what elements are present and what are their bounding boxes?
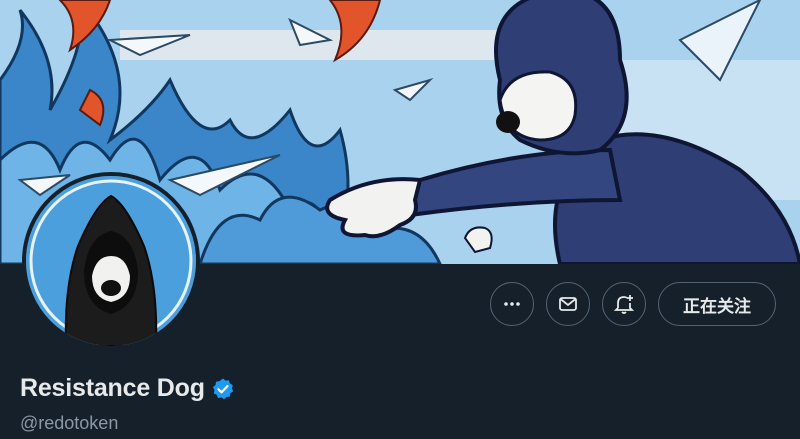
hooded-dog-avatar-icon	[26, 176, 196, 346]
message-button[interactable]	[546, 282, 590, 326]
notifications-button[interactable]	[602, 282, 646, 326]
more-button[interactable]	[490, 282, 534, 326]
envelope-icon	[559, 297, 577, 311]
profile-actions: 正在关注	[490, 282, 776, 326]
name-row: Resistance Dog	[20, 374, 235, 403]
bell-plus-icon	[613, 295, 635, 314]
verified-badge-icon[interactable]	[211, 377, 235, 401]
following-button[interactable]: 正在关注	[658, 282, 776, 326]
avatar[interactable]	[26, 176, 196, 346]
display-name: Resistance Dog	[20, 374, 205, 402]
more-horizontal-icon	[504, 302, 520, 306]
avatar-frame[interactable]	[22, 172, 200, 350]
profile-handle: @redotoken	[20, 413, 119, 433]
following-label: 正在关注	[683, 296, 751, 317]
